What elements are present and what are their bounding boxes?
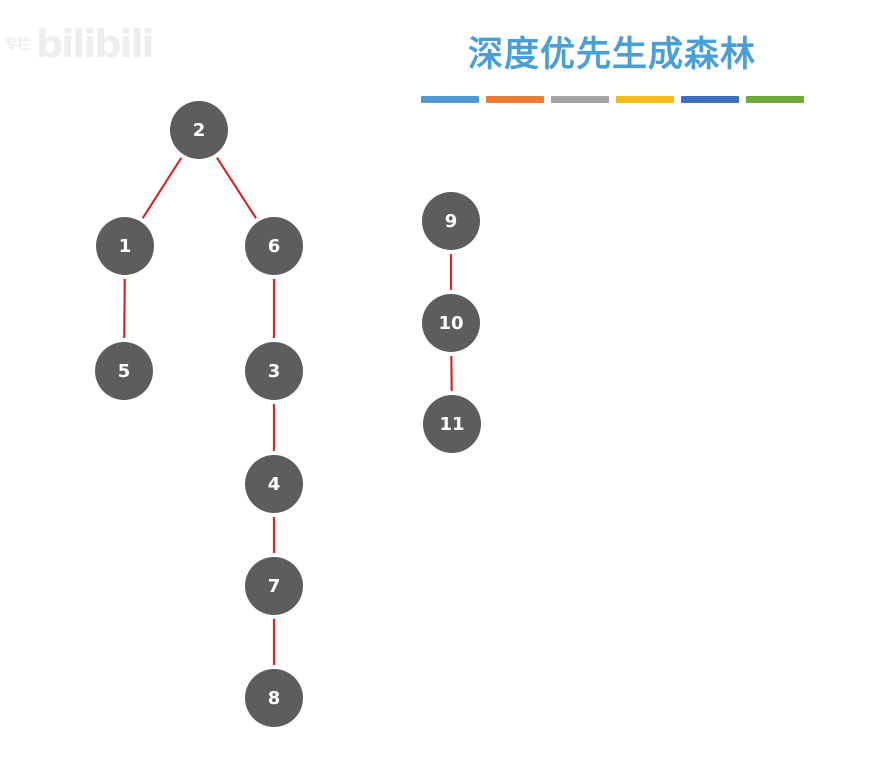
- node-8: 8: [245, 669, 303, 727]
- node-2: 2: [170, 101, 228, 159]
- node-label: 9: [445, 211, 458, 232]
- node-10: 10: [422, 294, 480, 352]
- node-label: 6: [268, 236, 281, 257]
- node-5: 5: [95, 342, 153, 400]
- node-1: 1: [96, 217, 154, 275]
- edge-2-6: [215, 157, 258, 219]
- node-label: 8: [268, 688, 281, 709]
- node-label: 10: [438, 313, 463, 334]
- node-label: 4: [268, 474, 281, 495]
- node-6: 6: [245, 217, 303, 275]
- node-9: 9: [422, 192, 480, 250]
- node-11: 11: [423, 395, 481, 453]
- node-7: 7: [245, 557, 303, 615]
- node-label: 7: [268, 576, 281, 597]
- edge-2-1: [141, 157, 183, 219]
- node-label: 1: [119, 236, 132, 257]
- spanning-forest-diagram: 2 1 6 5 3 4 7 8 9 10 11: [95, 101, 481, 727]
- node-4: 4: [245, 455, 303, 513]
- node-label: 5: [118, 361, 131, 382]
- nodes-layer: 2 1 6 5 3 4 7 8 9 10 11: [95, 101, 481, 727]
- node-label: 3: [268, 361, 281, 382]
- node-3: 3: [245, 342, 303, 400]
- node-label: 11: [439, 414, 464, 435]
- node-label: 2: [193, 120, 206, 141]
